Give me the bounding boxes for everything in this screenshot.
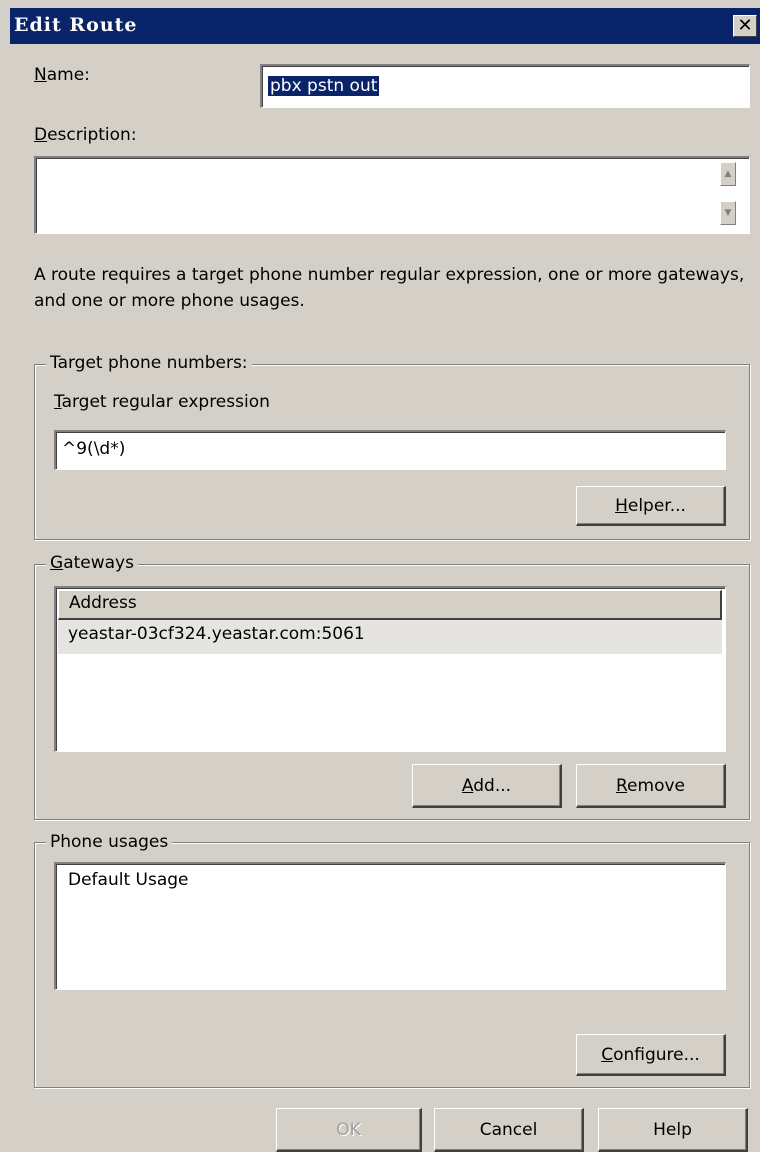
name-label: Name:	[34, 65, 90, 85]
table-row[interactable]: yeastar-03cf324.yeastar.com:5061	[58, 620, 722, 654]
cancel-button-label: Cancel	[479, 1119, 538, 1140]
ok-button-label: OK	[336, 1119, 361, 1140]
list-item[interactable]: Default Usage	[56, 864, 725, 896]
scroll-down-button[interactable]: ▼	[720, 201, 736, 225]
help-button-label: Help	[653, 1119, 692, 1140]
name-input[interactable]: pbx pstn out	[260, 64, 750, 108]
window-title: Edit Route	[14, 14, 138, 36]
ok-button[interactable]: OK	[276, 1108, 422, 1152]
info-text: A route requires a target phone number r…	[34, 265, 745, 311]
target-regex-label: Target regular expression	[54, 392, 270, 412]
helper-button[interactable]: Helper...	[576, 486, 726, 526]
target-regex-value: ^9(\d*)	[62, 439, 126, 459]
arrow-up-icon: ▲	[724, 169, 732, 179]
gateway-address: yeastar-03cf324.yeastar.com:5061	[68, 624, 365, 644]
close-icon: ✕	[737, 15, 753, 36]
target-group-title: Target phone numbers:	[46, 353, 252, 373]
remove-gateway-button[interactable]: Remove	[576, 764, 726, 808]
address-header-label: Address	[69, 593, 137, 613]
helper-button-label: Helper...	[615, 495, 686, 516]
description-textarea[interactable]	[34, 156, 750, 234]
close-button[interactable]: ✕	[733, 15, 757, 37]
help-button[interactable]: Help	[598, 1108, 748, 1152]
gateways-group-title: Gateways	[46, 553, 138, 573]
add-button-label: Add...	[461, 775, 512, 796]
cancel-button[interactable]: Cancel	[434, 1108, 584, 1152]
configure-button[interactable]: Configure...	[576, 1034, 726, 1076]
arrow-down-icon: ▼	[724, 208, 732, 218]
remove-button-label: Remove	[615, 775, 685, 796]
add-gateway-button[interactable]: Add...	[412, 764, 562, 808]
name-value: pbx pstn out	[268, 76, 380, 96]
description-label: Description:	[34, 125, 137, 145]
target-regex-input[interactable]: ^9(\d*)	[54, 430, 726, 470]
usages-list[interactable]: Default Usage	[54, 862, 726, 990]
description-value	[36, 158, 749, 164]
configure-button-label: Configure...	[601, 1044, 700, 1065]
usages-group-title: Phone usages	[46, 832, 173, 852]
scroll-up-button[interactable]: ▲	[720, 162, 736, 186]
address-column-header[interactable]: Address	[58, 590, 722, 620]
